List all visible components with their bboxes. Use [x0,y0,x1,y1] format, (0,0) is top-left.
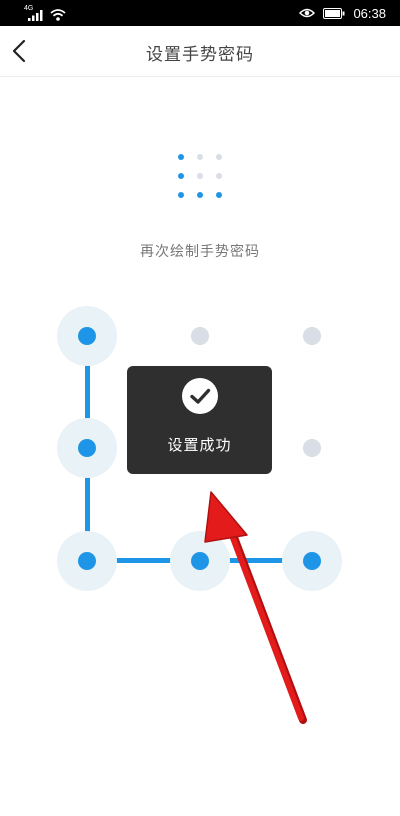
pattern-node-8[interactable] [170,531,230,591]
pattern-dot [303,552,321,570]
pattern-node-4[interactable] [57,418,117,478]
success-toast: 设置成功 [127,366,272,474]
pattern-dot [303,327,321,345]
pattern-dot [78,327,96,345]
pattern-node-7[interactable] [57,531,117,591]
pattern-dot [191,552,209,570]
pattern-dot [78,439,96,457]
pattern-node-9[interactable] [282,531,342,591]
pattern-dot [303,439,321,457]
pattern-node-1[interactable] [57,306,117,366]
pattern-node-2[interactable] [170,306,230,366]
pattern-dot [191,327,209,345]
pattern-node-3[interactable] [282,306,342,366]
toast-message: 设置成功 [167,436,232,454]
checkmark-icon [182,378,218,414]
pattern-node-6[interactable] [282,418,342,478]
pattern-dot [78,552,96,570]
